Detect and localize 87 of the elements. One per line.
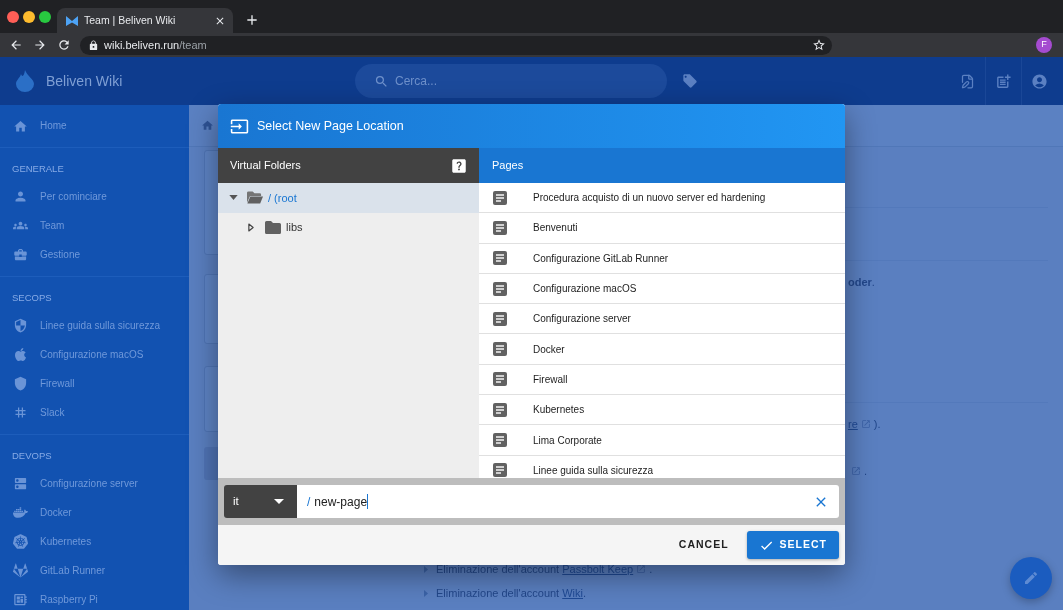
- bookmark-star-icon[interactable]: [812, 38, 826, 52]
- pencil-icon: [1023, 570, 1039, 586]
- sidebar-item[interactable]: Linee guida sulla sicurezza: [0, 311, 189, 340]
- sidebar-item[interactable]: Configurazione macOS: [0, 340, 189, 369]
- page-item[interactable]: Firewall: [479, 364, 845, 396]
- window-minimize-icon[interactable]: [23, 10, 35, 23]
- help-icon[interactable]: [450, 156, 468, 175]
- fox-head-icon: [13, 563, 28, 578]
- document-icon: [493, 251, 507, 266]
- account-icon[interactable]: [1031, 72, 1048, 90]
- browser-tab[interactable]: Team | Beliven Wiki: [57, 8, 233, 33]
- plus-icon: [244, 12, 260, 28]
- document-icon: [493, 342, 507, 357]
- shield-icon: [13, 318, 28, 333]
- lock-icon: [88, 39, 99, 51]
- home-icon: [13, 118, 28, 134]
- sidebar-item[interactable]: Home: [0, 105, 189, 147]
- open-folder-icon: [247, 191, 263, 205]
- whale-icon: [13, 505, 28, 520]
- document-icon: [493, 402, 507, 417]
- document-plus-icon[interactable]: [995, 72, 1012, 90]
- sidebar-item[interactable]: Team: [0, 211, 189, 240]
- tags-icon[interactable]: [682, 73, 698, 89]
- sidebar-item[interactable]: Docker: [0, 498, 189, 527]
- panel-title: Virtual Folders: [230, 158, 301, 174]
- server-icon: [13, 476, 28, 491]
- dialog-title: Select New Page Location: [257, 117, 404, 135]
- panel-title: Pages: [492, 158, 524, 174]
- sidebar-item[interactable]: GitLab Runner: [0, 556, 189, 585]
- helm-wheel-icon: [13, 534, 28, 549]
- page-item[interactable]: Kubernetes: [479, 395, 845, 426]
- window-zoom-icon[interactable]: [39, 10, 51, 23]
- document-icon: [493, 311, 507, 326]
- droplet-logo-icon: [16, 70, 34, 92]
- folder-item[interactable]: libs: [218, 212, 479, 242]
- page-item[interactable]: Configurazione GitLab Runner: [479, 243, 845, 274]
- document-icon: [493, 190, 507, 205]
- locale-select[interactable]: it: [224, 485, 297, 518]
- page-item[interactable]: Configurazione macOS: [479, 273, 845, 305]
- circuit-board-icon: [13, 592, 28, 607]
- text-fragment: oder.: [848, 275, 875, 289]
- caret-right-icon[interactable]: [248, 222, 254, 232]
- sidebar-item[interactable]: Firewall: [0, 369, 189, 398]
- page-item[interactable]: Procedura acquisto di un nuovo server ed hardening: [479, 183, 845, 214]
- sidebar-item[interactable]: Configurazione server: [0, 469, 189, 498]
- window-close-icon[interactable]: [7, 10, 19, 23]
- section-header: GENERALE: [12, 164, 65, 174]
- document-icon: [493, 372, 507, 387]
- search-icon: [374, 73, 389, 89]
- path-field[interactable]: / new-page: [297, 485, 839, 518]
- forward-arrow-icon[interactable]: [33, 38, 47, 52]
- sidebar-item[interactable]: Per cominciare: [0, 182, 189, 211]
- select-button[interactable]: SELECT: [746, 531, 839, 559]
- page-item[interactable]: Configurazione server: [479, 304, 845, 335]
- reload-icon[interactable]: [57, 38, 71, 52]
- page-item[interactable]: Benvenuti: [479, 213, 845, 244]
- back-arrow-icon[interactable]: [9, 38, 23, 52]
- folder-item[interactable]: / (root: [218, 183, 479, 213]
- sidebar-item[interactable]: Slack: [0, 398, 189, 427]
- bowtie-favicon-icon: [66, 15, 78, 26]
- profile-avatar[interactable]: F: [1036, 37, 1052, 53]
- caret-down-icon[interactable]: [228, 195, 238, 201]
- document-icon: [493, 220, 507, 235]
- page-item[interactable]: Lima Corporate: [479, 425, 845, 456]
- import-icon: [230, 116, 249, 136]
- shield-icon: [13, 376, 28, 391]
- file-pen-icon[interactable]: [959, 73, 975, 89]
- page-item[interactable]: Docker: [479, 334, 845, 365]
- person-icon: [13, 189, 28, 204]
- text-cursor-icon: [367, 494, 369, 509]
- app-title: Beliven Wiki: [46, 71, 123, 91]
- sidebar-item[interactable]: Kubernetes: [0, 527, 189, 556]
- hash-icon: [13, 405, 28, 420]
- search-field[interactable]: Cerca...: [355, 64, 667, 98]
- cancel-button[interactable]: CANCEL: [670, 531, 737, 559]
- section-header: DEVOPS: [12, 451, 53, 461]
- caret-down-icon: [274, 499, 284, 504]
- sidebar-item[interactable]: Raspberry Pi: [0, 585, 189, 610]
- text-fragment: .: [848, 464, 868, 478]
- document-icon: [493, 433, 507, 447]
- sidebar-item[interactable]: Gestione: [0, 240, 189, 269]
- section-header: SECOPS: [12, 293, 53, 303]
- address-field[interactable]: wiki.beliven.run/team: [80, 35, 832, 55]
- folder-icon: [265, 220, 281, 234]
- apple-icon: [13, 347, 28, 362]
- briefcase-icon: [13, 247, 28, 262]
- document-icon: [493, 281, 507, 296]
